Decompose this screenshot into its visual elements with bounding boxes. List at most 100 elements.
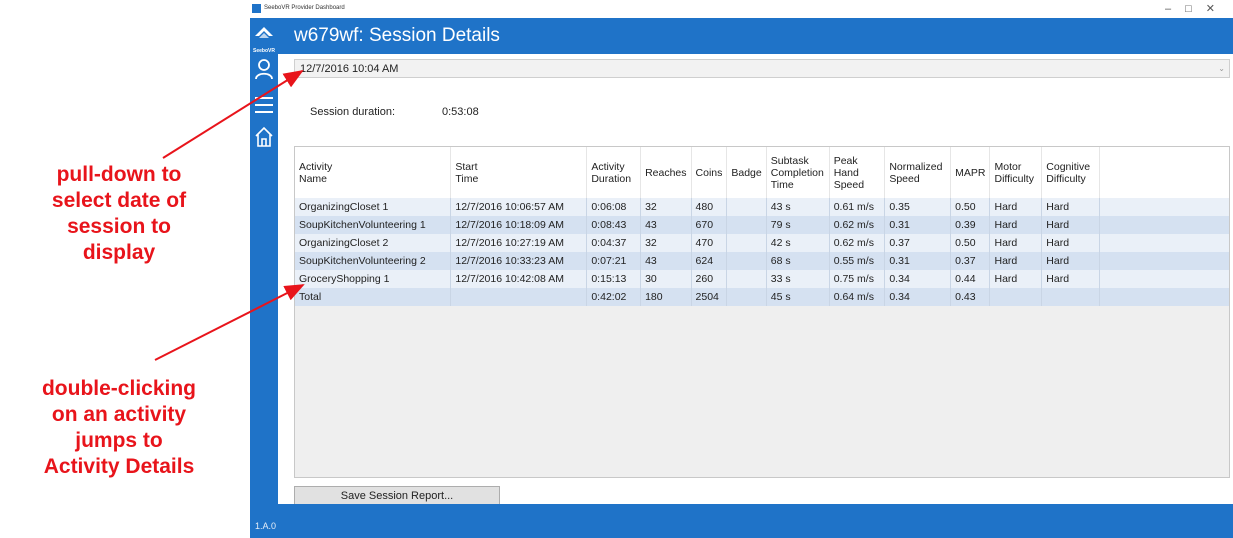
annotation-line: on an activity: [51, 403, 187, 426]
cell-activity-duration: 0:42:02: [586, 288, 642, 306]
cell-subtask-completion-time: 79 s: [766, 216, 830, 234]
annotation-line: select date of: [51, 189, 187, 212]
column-header-line: Normalized: [889, 160, 943, 173]
cell-start-time: 12/7/2016 10:18:09 AM: [450, 216, 588, 234]
cell-normalized-speed: 0.34: [884, 288, 952, 306]
cell-mapr: 0.50: [950, 198, 991, 216]
cell-reaches: 32: [640, 234, 692, 252]
column-header-peak-hand-speed[interactable]: Peak Hand Speed: [829, 147, 886, 198]
column-header-line: Activity: [299, 160, 333, 173]
cell-filler: [1100, 234, 1229, 252]
column-header-mapr[interactable]: MAPR: [950, 147, 991, 198]
column-header-coins[interactable]: Coins: [691, 147, 728, 198]
annotation-line: pull-down to: [56, 163, 182, 186]
cell-activity-duration: 0:06:08: [586, 198, 642, 216]
footer-bar: [278, 504, 1233, 538]
cell-filler: [1100, 288, 1229, 306]
close-button[interactable]: ✕: [1206, 3, 1229, 15]
app-icon: [252, 4, 261, 13]
column-header-motor-difficulty[interactable]: Motor Difficulty: [989, 147, 1043, 198]
annotation-line: Activity Details: [43, 455, 195, 478]
cell-subtask-completion-time: 43 s: [766, 198, 830, 216]
cell-badge: [726, 288, 767, 306]
version-label: 1.A.0: [255, 521, 277, 531]
cell-motor-difficulty: Hard: [989, 198, 1043, 216]
cell-start-time: [450, 288, 588, 306]
minimize-button[interactable]: –: [1165, 3, 1185, 15]
session-date-value: 12/7/2016 10:04 AM: [300, 63, 399, 75]
cell-badge: [726, 252, 767, 270]
table-row[interactable]: OrganizingCloset 1 12/7/2016 10:06:57 AM 0…: [295, 198, 1229, 216]
column-header-badge[interactable]: Badge: [726, 147, 767, 198]
sidebar: SeeboVR 1.A.0: [250, 18, 278, 538]
table-total-row: Total 0:42:02 180 2504 45 s 0.64 m/s 0.34 0.43: [295, 288, 1229, 306]
cell-motor-difficulty: Hard: [989, 270, 1043, 288]
cell-activity-name: Total: [295, 288, 452, 306]
table-row[interactable]: GroceryShopping 1 12/7/2016 10:42:08 AM 0:…: [295, 270, 1229, 288]
column-header-activity-duration[interactable]: Activity Duration: [586, 147, 642, 198]
session-date-select[interactable]: 12/7/2016 10:04 AM ⌄: [294, 59, 1230, 78]
user-icon[interactable]: [254, 58, 274, 80]
session-duration-value: 0:53:08: [442, 106, 479, 118]
annotation-line: display: [82, 241, 156, 264]
table-row[interactable]: OrganizingCloset 2 12/7/2016 10:27:19 AM 0…: [295, 234, 1229, 252]
maximize-button[interactable]: □: [1185, 3, 1206, 15]
cell-activity-name: GroceryShopping 1: [295, 270, 452, 288]
table-row[interactable]: SoupKitchenVolunteering 2 12/7/2016 10:33…: [295, 252, 1229, 270]
cell-subtask-completion-time: 68 s: [766, 252, 830, 270]
cell-coins: 670: [691, 216, 728, 234]
column-header-start-time[interactable]: Start Time: [450, 147, 588, 198]
column-header-cognitive-difficulty[interactable]: Cognitive Difficulty: [1041, 147, 1101, 198]
chevron-down-icon: ⌄: [1218, 64, 1225, 73]
cell-motor-difficulty: Hard: [989, 216, 1043, 234]
cell-filler: [1100, 198, 1229, 216]
column-header-reaches[interactable]: Reaches: [640, 147, 692, 198]
cell-cognitive-difficulty: Hard: [1041, 198, 1101, 216]
cell-mapr: 0.39: [950, 216, 991, 234]
cell-activity-name: OrganizingCloset 1: [295, 198, 452, 216]
cell-reaches: 43: [640, 252, 692, 270]
cell-mapr: 0.37: [950, 252, 991, 270]
annotation-line: session to: [67, 215, 171, 238]
column-header-line: Speed: [889, 172, 920, 185]
column-header-line: Reaches: [645, 166, 687, 179]
cell-reaches: 180: [640, 288, 692, 306]
cell-start-time: 12/7/2016 10:42:08 AM: [450, 270, 588, 288]
cell-activity-duration: 0:04:37: [586, 234, 642, 252]
column-header-subtask-completion-time[interactable]: Subtask Completion Time: [766, 147, 830, 198]
home-icon[interactable]: [254, 126, 274, 148]
cell-cognitive-difficulty: Hard: [1041, 234, 1101, 252]
cell-mapr: 0.43: [950, 288, 991, 306]
cell-activity-duration: 0:08:43: [586, 216, 642, 234]
column-header-normalized-speed[interactable]: Normalized Speed: [884, 147, 952, 198]
cell-reaches: 32: [640, 198, 692, 216]
column-header-line: Hand: [833, 166, 859, 179]
table-row[interactable]: SoupKitchenVolunteering 1 12/7/2016 10:18…: [295, 216, 1229, 234]
column-header-line: Motor: [994, 160, 1022, 173]
cell-peak-hand-speed: 0.62 m/s: [829, 234, 886, 252]
cell-start-time: 12/7/2016 10:06:57 AM: [450, 198, 588, 216]
cell-peak-hand-speed: 0.75 m/s: [829, 270, 886, 288]
column-header-line: Cognitive: [1046, 160, 1091, 173]
column-header-line: Coins: [695, 166, 723, 179]
cell-reaches: 30: [640, 270, 692, 288]
column-header-line: Time: [455, 172, 479, 185]
menu-icon[interactable]: [254, 94, 274, 116]
column-header-line: Speed: [833, 178, 865, 191]
cell-cognitive-difficulty: Hard: [1041, 216, 1101, 234]
cell-start-time: 12/7/2016 10:33:23 AM: [450, 252, 588, 270]
cell-coins: 260: [691, 270, 728, 288]
column-header-activity-name[interactable]: Activity Name: [295, 147, 452, 198]
annotation-doubleclick: double-clicking on an activity jumps to …: [0, 376, 238, 480]
app-window: SeeboVR Provider Dashboard –□✕ SeeboVR 1…: [250, 0, 1233, 538]
cell-activity-duration: 0:15:13: [586, 270, 642, 288]
save-session-report-button[interactable]: Save Session Report...: [294, 486, 500, 505]
window-titlebar: SeeboVR Provider Dashboard –□✕: [250, 0, 1233, 18]
column-header-line: Peak: [833, 154, 858, 167]
page-header: w679wf: Session Details: [278, 18, 1233, 54]
cell-filler: [1100, 270, 1229, 288]
cell-filler: [1100, 216, 1229, 234]
cell-subtask-completion-time: 45 s: [766, 288, 830, 306]
cell-coins: 480: [691, 198, 728, 216]
column-header-line: Subtask: [770, 154, 809, 167]
